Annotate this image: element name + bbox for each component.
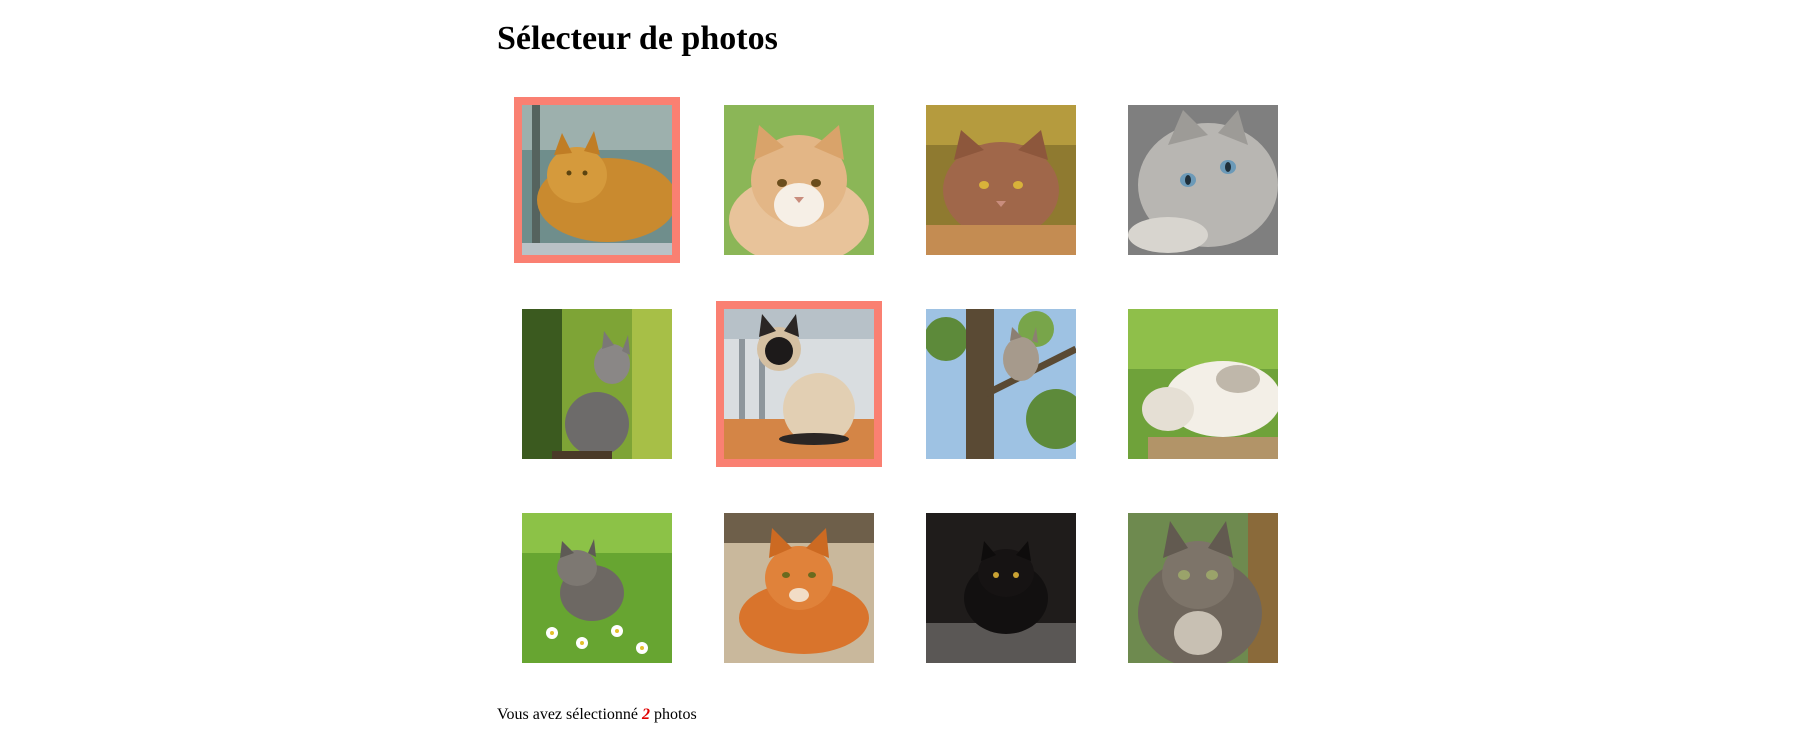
photo-picker-page: Sélecteur de photos Vous avez sélectionn… [0,0,1793,743]
page-title: Sélecteur de photos [497,20,778,57]
photo-tile[interactable] [514,97,680,263]
photo-tile[interactable] [926,309,1076,459]
photo-tile[interactable] [1128,105,1278,255]
photo-tile[interactable] [522,309,672,459]
cat-photo [1128,309,1278,459]
cat-photo [724,105,874,255]
cat-photo [1128,105,1278,255]
photo-tile[interactable] [926,513,1076,663]
cat-photo [522,309,672,459]
cat-photo [724,513,874,663]
cat-photo [926,105,1076,255]
cat-photo [724,309,874,459]
photo-tile[interactable] [926,105,1076,255]
photo-grid [514,97,1278,663]
photo-tile[interactable] [1128,309,1278,459]
selection-status: Vous avez sélectionné 2 photos [497,706,697,724]
status-suffix: photos [650,706,697,723]
cat-photo [926,513,1076,663]
photo-tile[interactable] [724,513,874,663]
cat-photo [522,513,672,663]
photo-tile[interactable] [716,301,882,467]
selection-count: 2 [642,706,650,723]
cat-photo [1128,513,1278,663]
photo-tile[interactable] [1128,513,1278,663]
photo-tile[interactable] [724,105,874,255]
cat-photo [926,309,1076,459]
cat-photo [522,105,672,255]
status-prefix: Vous avez sélectionné [497,706,642,723]
photo-tile[interactable] [522,513,672,663]
